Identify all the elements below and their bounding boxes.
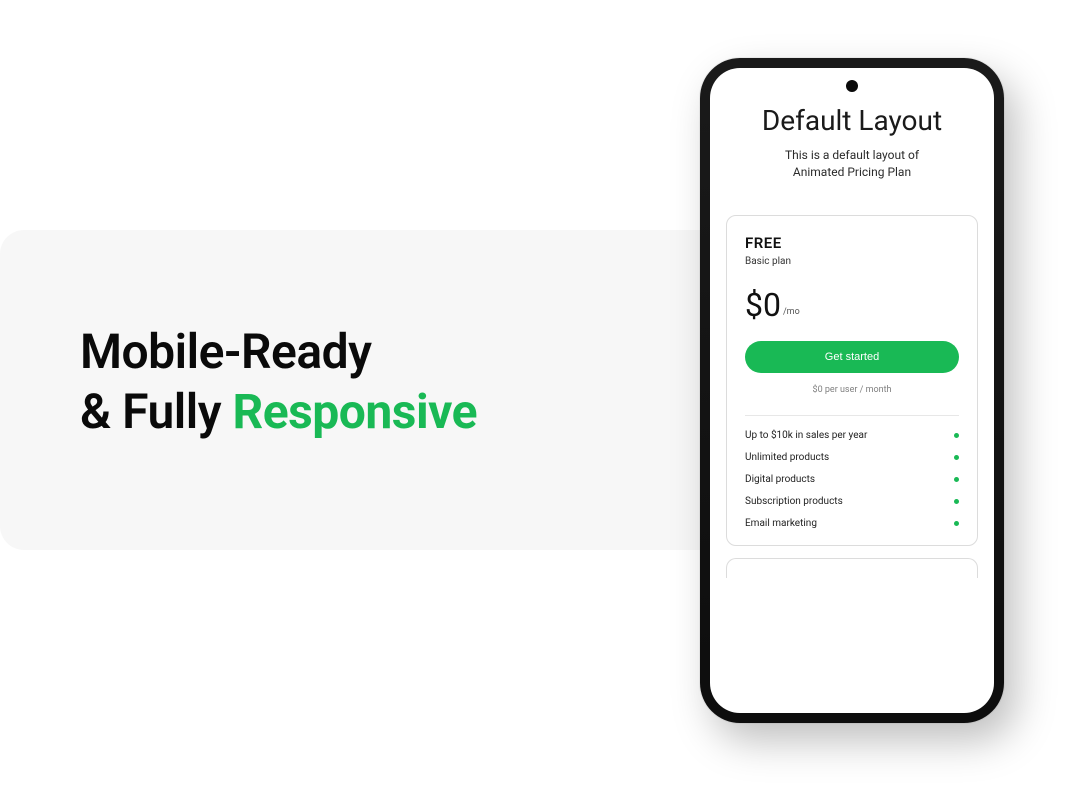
feature-item: Email marketing: [745, 518, 959, 529]
headline-accent: Responsive: [232, 383, 477, 440]
phone-frame: Default Layout This is a default layout …: [700, 58, 1004, 723]
get-started-button[interactable]: Get started: [745, 341, 959, 373]
feature-text: Unlimited products: [745, 452, 829, 463]
plan-period: /mo: [783, 307, 800, 317]
screen-sub-l2: Animated Pricing Plan: [793, 165, 911, 179]
check-dot-icon: [954, 499, 959, 504]
feature-text: Email marketing: [745, 518, 817, 529]
divider: [745, 415, 959, 416]
page-headline: Mobile-Ready & Fully Responsive: [80, 322, 477, 442]
check-dot-icon: [954, 455, 959, 460]
price-note: $0 per user / month: [745, 385, 959, 395]
plan-label: Basic plan: [745, 256, 959, 267]
plan-name: FREE: [745, 234, 959, 252]
next-card-hint: [726, 558, 978, 578]
feature-text: Digital products: [745, 474, 815, 485]
camera-icon: [846, 80, 858, 92]
feature-item: Unlimited products: [745, 452, 959, 463]
feature-item: Subscription products: [745, 496, 959, 507]
price-row: $0 /mo: [745, 289, 959, 321]
feature-text: Up to $10k in sales per year: [745, 430, 867, 441]
feature-list: Up to $10k in sales per year Unlimited p…: [745, 430, 959, 529]
pricing-card: FREE Basic plan $0 /mo Get started $0 pe…: [726, 215, 978, 546]
cta-label: Get started: [825, 351, 879, 363]
check-dot-icon: [954, 433, 959, 438]
feature-item: Digital products: [745, 474, 959, 485]
feature-text: Subscription products: [745, 496, 843, 507]
screen-sub-l1: This is a default layout of: [785, 148, 919, 162]
screen-title: Default Layout: [726, 104, 978, 137]
screen-subtitle: This is a default layout of Animated Pri…: [726, 147, 978, 181]
headline-line1: Mobile-Ready: [80, 323, 372, 380]
headline-line2-prefix: & Fully: [80, 383, 232, 440]
plan-price: $0: [745, 289, 781, 321]
feature-item: Up to $10k in sales per year: [745, 430, 959, 441]
phone-screen: Default Layout This is a default layout …: [710, 68, 994, 713]
check-dot-icon: [954, 521, 959, 526]
check-dot-icon: [954, 477, 959, 482]
